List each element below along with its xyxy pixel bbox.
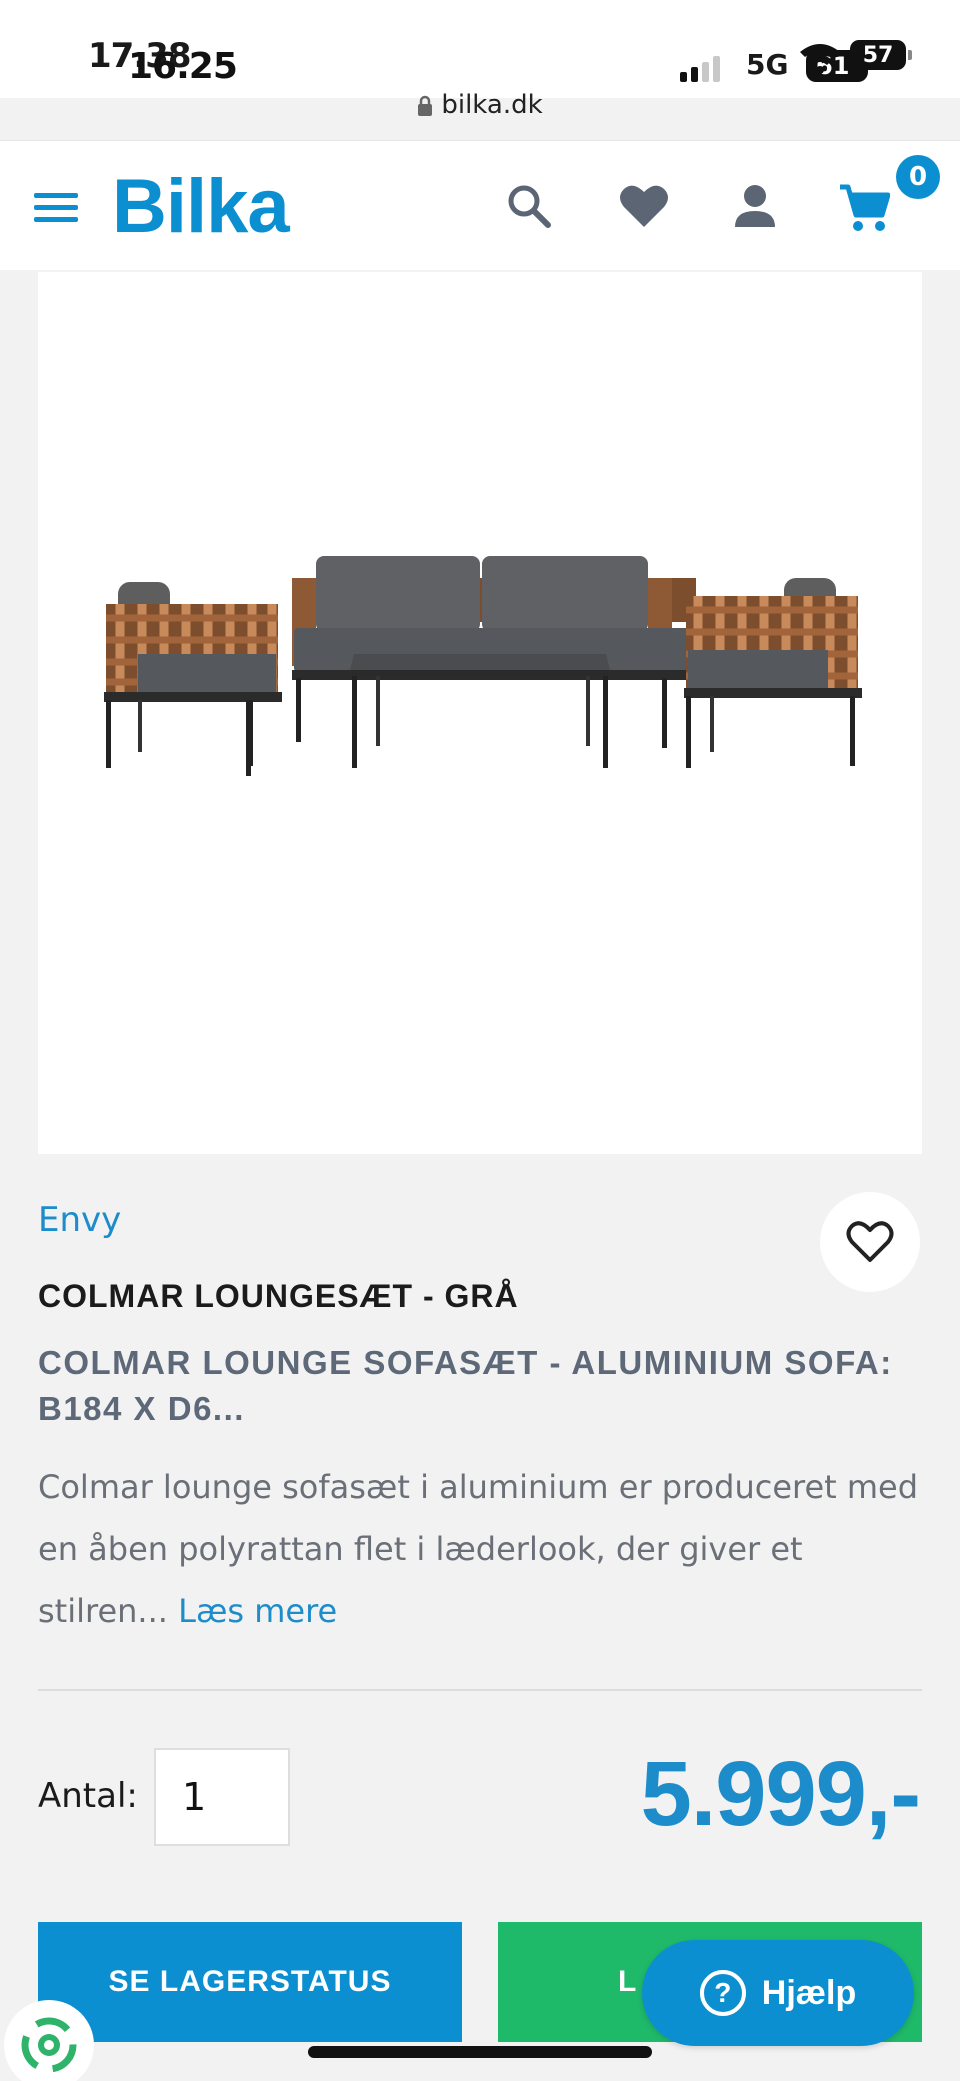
lounge-set-illustration: [104, 556, 862, 776]
wifi-icon: [800, 44, 840, 74]
product-title: COLMAR LOUNGESÆT - GRÅ: [38, 1278, 519, 1314]
recycle-widget-button[interactable]: [4, 2000, 94, 2081]
product-price: 5.999,-: [640, 1743, 921, 1845]
help-label: Hjælp: [761, 1973, 857, 2012]
read-more-link[interactable]: Læs mere: [178, 1592, 337, 1630]
left-armchair: [104, 582, 282, 776]
battery-indicator: 57: [850, 40, 912, 70]
product-subtitle: COLMAR LOUNGE SOFASÆT - ALUMINIUM SOFA: …: [38, 1344, 893, 1427]
site-header: Bilka 0: [0, 140, 960, 270]
favorite-button[interactable]: [820, 1192, 920, 1292]
right-armchair: [684, 578, 862, 768]
wishlist-heart-icon[interactable]: [618, 183, 670, 229]
cart-count-badge: 0: [896, 155, 940, 199]
quantity-input[interactable]: [154, 1748, 290, 1846]
coffee-table: [350, 654, 610, 768]
url-text: bilka.dk: [441, 90, 543, 120]
heart-outline-icon: [846, 1221, 894, 1262]
menu-icon[interactable]: [34, 193, 78, 223]
cellular-signal-icon: [680, 56, 720, 82]
network-label: 5G: [746, 48, 789, 81]
divider: [38, 1689, 922, 1691]
shopping-cart-icon[interactable]: [838, 183, 890, 233]
question-mark-icon: ?: [699, 1970, 746, 2016]
search-icon[interactable]: [506, 183, 552, 229]
product-image[interactable]: [38, 272, 922, 1154]
lock-icon: [418, 95, 433, 116]
description-text: Colmar lounge sofasæt i aluminium er pro…: [38, 1468, 919, 1630]
brand-link[interactable]: Envy: [38, 1200, 121, 1240]
bilka-logo[interactable]: Bilka: [112, 163, 290, 250]
quantity-label: Antal:: [38, 1776, 138, 1816]
stock-status-button[interactable]: SE LAGERSTATUS: [38, 1922, 462, 2042]
help-button[interactable]: ? Hjælp: [642, 1940, 914, 2046]
status-time-overlay: 16.25: [128, 46, 238, 87]
product-description: Colmar lounge sofasæt i aluminium er pro…: [38, 1456, 928, 1642]
account-user-icon[interactable]: [733, 183, 777, 229]
home-indicator: [308, 2046, 652, 2058]
address-bar[interactable]: bilka.dk: [0, 90, 960, 120]
add-to-cart-label: L: [618, 1965, 637, 1998]
status-bar: 17.38 16.25 5G 61 57 bilka.dk: [0, 0, 960, 120]
recycle-icon: [21, 2017, 77, 2073]
